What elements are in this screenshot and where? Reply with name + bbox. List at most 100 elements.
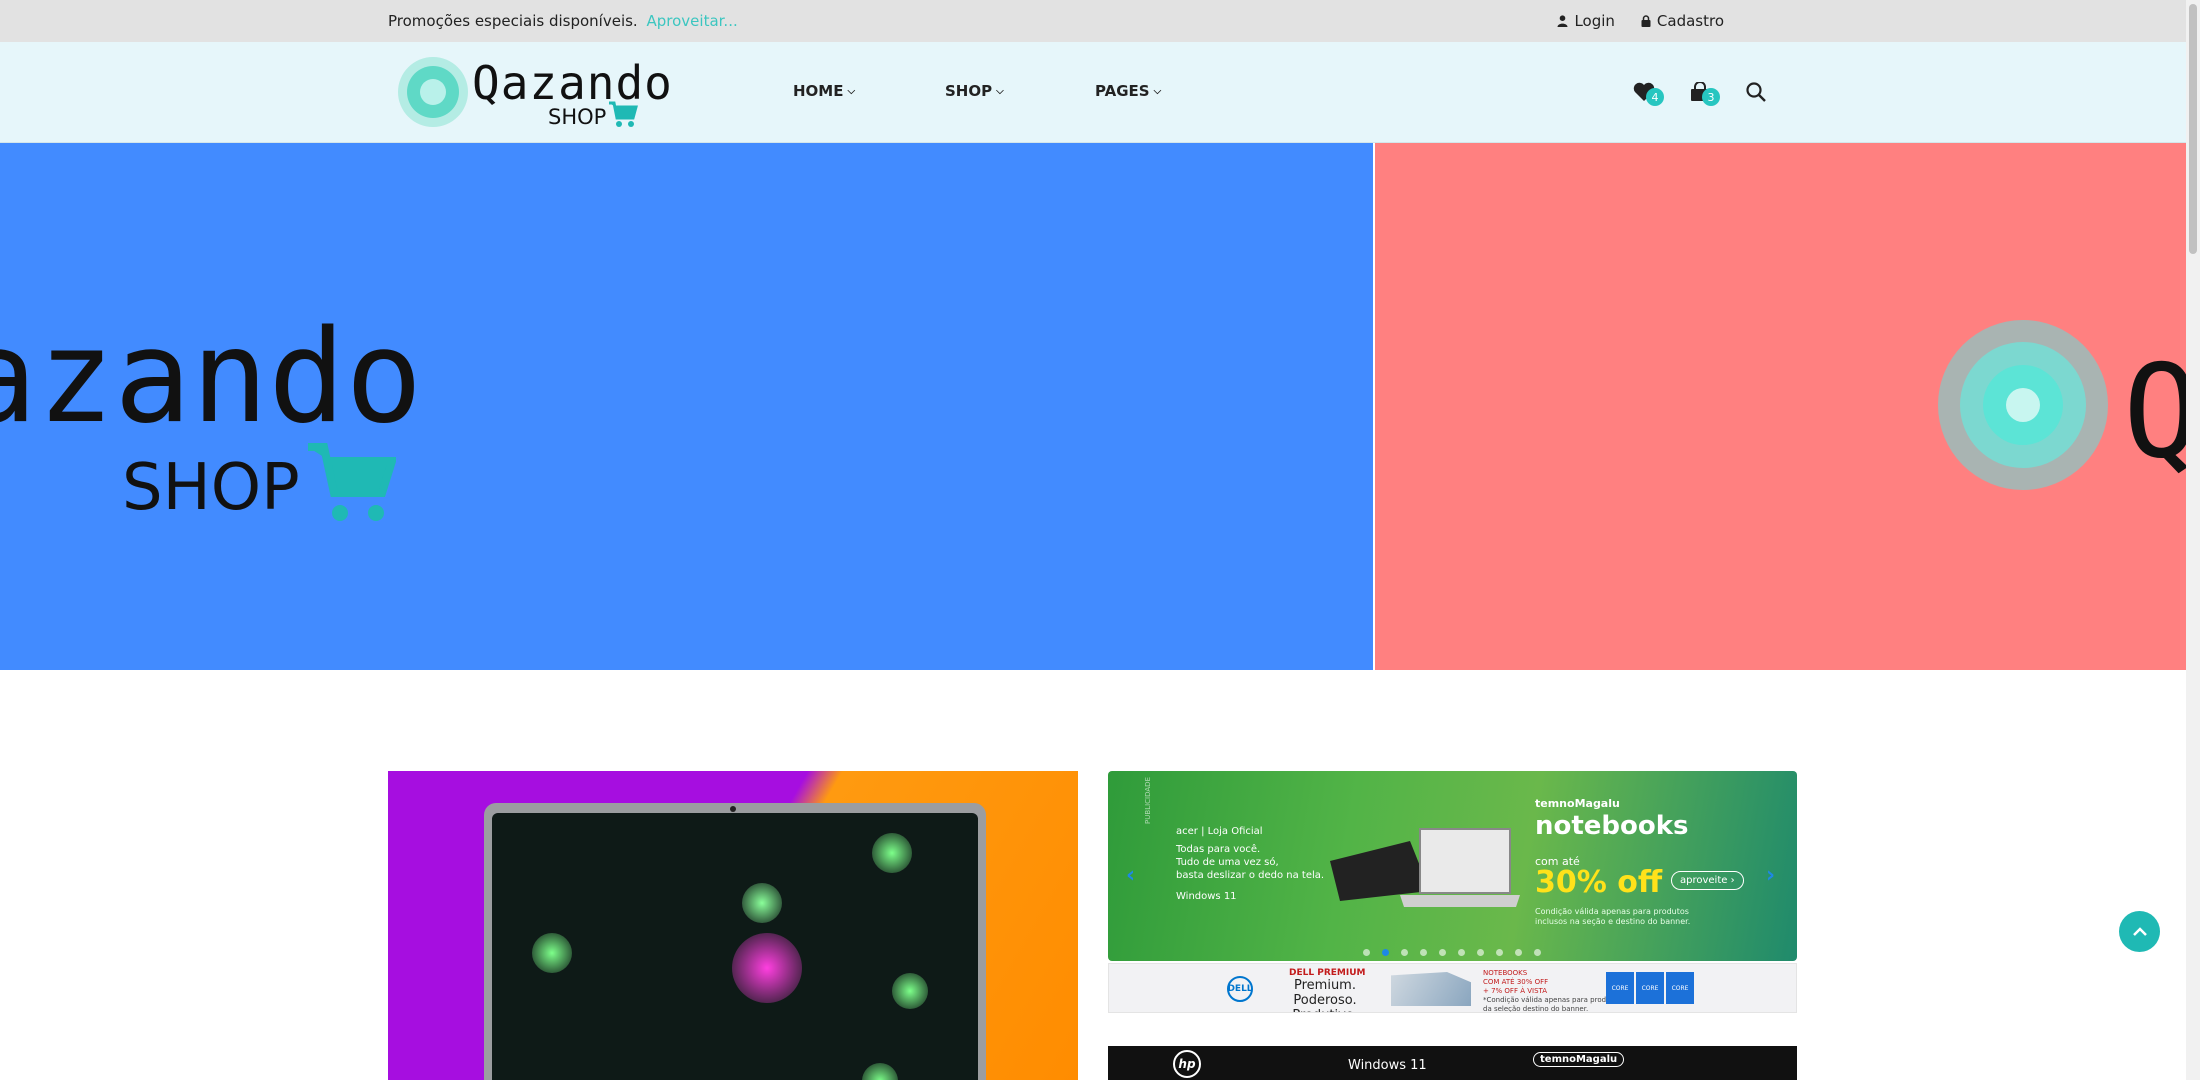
windows-label: Windows 11	[1176, 891, 1237, 902]
logo-subtext: SHOP	[548, 105, 607, 129]
nav-home[interactable]: HOME ⌵	[793, 82, 945, 100]
account-links: Login Cadastro	[1557, 12, 1724, 30]
nav-home-label: HOME	[793, 82, 844, 100]
magalu-label: temnoMagalu	[1535, 797, 1620, 810]
promo-title: notebooks	[1535, 811, 1689, 841]
top-bar: Promoções especiais disponíveis. Aprovei…	[0, 0, 2186, 42]
carousel-dot[interactable]	[1458, 949, 1465, 956]
promo-text: Promoções especiais disponíveis.	[388, 12, 638, 30]
dell-laptop-image	[1391, 972, 1471, 1006]
dell-logo: DELL	[1227, 976, 1253, 1002]
intel-chip: CORE	[1666, 972, 1694, 1004]
condition-line: Condição válida apenas para produtos	[1535, 907, 1689, 916]
carousel-dot[interactable]	[1534, 949, 1541, 956]
condition-line: inclusos na seção e destino do banner.	[1535, 917, 1691, 926]
carousel-dot[interactable]	[1496, 949, 1503, 956]
cart-icon	[308, 443, 396, 521]
side-line: Tudo de uma vez só,	[1176, 857, 1279, 868]
hp-windows-label: Windows 11	[1348, 1058, 1427, 1073]
scrollbar-thumb[interactable]	[2189, 4, 2197, 254]
hp-ad-banner[interactable]: hp Windows 11 temnoMagalu	[1108, 1046, 1797, 1080]
laptop-image	[484, 803, 986, 1080]
lock-icon	[1641, 15, 1651, 27]
offer-line: + 7% OFF À VISTA	[1483, 987, 1548, 995]
screen-glow	[732, 933, 802, 1003]
hp-magalu-label: temnoMagalu	[1533, 1052, 1625, 1067]
carousel-dots	[1363, 949, 1541, 956]
carousel-dot[interactable]	[1439, 949, 1446, 956]
wishlist-count-badge: 4	[1646, 88, 1664, 106]
carousel-prev-arrow-icon[interactable]: ‹	[1126, 865, 1146, 887]
login-label: Login	[1574, 12, 1615, 30]
signup-link[interactable]: Cadastro	[1641, 12, 1724, 30]
chevron-down-icon: ⌵	[847, 85, 856, 97]
carousel-dot[interactable]	[1363, 949, 1370, 956]
signup-label: Cadastro	[1656, 12, 1724, 30]
intel-chip: CORE	[1606, 972, 1634, 1004]
back-to-top-button[interactable]	[2119, 911, 2160, 952]
logo-circle-inner	[420, 79, 446, 105]
carousel-next-arrow-icon[interactable]: ›	[1766, 865, 1786, 887]
dell-premium-label: DELL PREMIUM	[1289, 968, 1366, 978]
logo-wordmark: Qazando	[472, 56, 673, 110]
acer-brand: acer | Loja Oficial	[1176, 826, 1263, 837]
slide-wordmark-partial: Q	[2123, 338, 2186, 487]
featured-laptop-image[interactable]	[388, 771, 1078, 1080]
notebook-promo-carousel[interactable]: PUBLICIDADE acer | Loja Oficial Todas pa…	[1108, 771, 1797, 961]
user-icon	[1557, 15, 1568, 27]
cart-button[interactable]: 3	[1672, 78, 1728, 106]
promo-message: Promoções especiais disponíveis. Aprovei…	[388, 12, 738, 30]
dell-offer: NOTEBOOKS COM ATÉ 30% OFF + 7% OFF À VIS…	[1483, 969, 1622, 1013]
carousel-dot[interactable]	[1401, 949, 1408, 956]
search-icon	[1746, 82, 1766, 102]
dell-ad-banner[interactable]: DELL DELL PREMIUM Premium. Poderoso. Pro…	[1108, 963, 1797, 1013]
offer-line: da seleção destino do banner.	[1483, 1005, 1589, 1013]
dell-tagline: Premium. Poderoso. Produtivo.	[1292, 978, 1357, 1012]
screen-glow	[742, 883, 782, 923]
screen-glow	[872, 833, 912, 873]
hp-logo: hp	[1173, 1050, 1201, 1078]
chevron-down-icon: ⌵	[1153, 85, 1162, 97]
offer-line: COM ATÉ 30% OFF	[1483, 978, 1549, 986]
chevron-up-icon	[2132, 926, 2147, 936]
notebook-image	[1330, 828, 1520, 907]
promo-side-text: Todas para você. Tudo de uma vez só, bas…	[1176, 843, 1324, 882]
offer-line: *Condição válida apenas para produtos	[1483, 996, 1622, 1004]
hero-slider[interactable]: azando SHOP Q	[0, 143, 2186, 670]
ad-label: PUBLICIDADE	[1144, 777, 1152, 824]
logo-cart-icon	[609, 101, 638, 127]
screen-glow	[892, 973, 928, 1009]
screen-glow	[532, 933, 572, 973]
laptop-camera	[730, 806, 736, 812]
slide-subtext: SHOP	[122, 451, 300, 525]
intel-chip: CORE	[1636, 972, 1664, 1004]
chevron-down-icon: ⌵	[996, 85, 1004, 97]
main-nav: HOME ⌵ SHOP ⌵ PAGES ⌵	[793, 82, 1161, 100]
intel-chips: CORE CORE CORE	[1606, 972, 1694, 1004]
site-logo[interactable]: Qazando SHOP	[398, 57, 672, 129]
carousel-dot[interactable]	[1477, 949, 1484, 956]
game-screen	[492, 813, 978, 1080]
cart-count-badge: 3	[1702, 88, 1720, 106]
slide-wordmark: azando	[0, 303, 423, 452]
promo-discount: 30% off	[1535, 865, 1663, 900]
carousel-dot[interactable]	[1420, 949, 1427, 956]
search-button[interactable]	[1728, 78, 1784, 106]
nav-shop[interactable]: SHOP ⌵	[945, 82, 1095, 100]
screen-glow	[862, 1063, 898, 1080]
page-scrollbar[interactable]	[2186, 0, 2200, 1080]
slide-logo-center	[2006, 388, 2040, 422]
side-line: basta deslizar o dedo na tela.	[1176, 870, 1325, 881]
aproveite-button[interactable]: aproveite ›	[1671, 871, 1744, 890]
nav-pages[interactable]: PAGES ⌵	[1095, 82, 1161, 100]
carousel-dot[interactable]	[1515, 949, 1522, 956]
nav-shop-label: SHOP	[945, 82, 993, 100]
carousel-dot-active[interactable]	[1382, 949, 1389, 956]
side-line: Todas para você.	[1176, 844, 1261, 855]
page: Promoções especiais disponíveis. Aprovei…	[0, 0, 2200, 1080]
header-actions: 4 3	[1616, 78, 1784, 106]
wishlist-button[interactable]: 4	[1616, 78, 1672, 106]
promo-link[interactable]: Aproveitar...	[647, 12, 738, 30]
site-header: Qazando SHOP HOME ⌵ SHOP ⌵ PAGES ⌵ 4 3	[0, 42, 2186, 143]
login-link[interactable]: Login	[1557, 12, 1615, 30]
